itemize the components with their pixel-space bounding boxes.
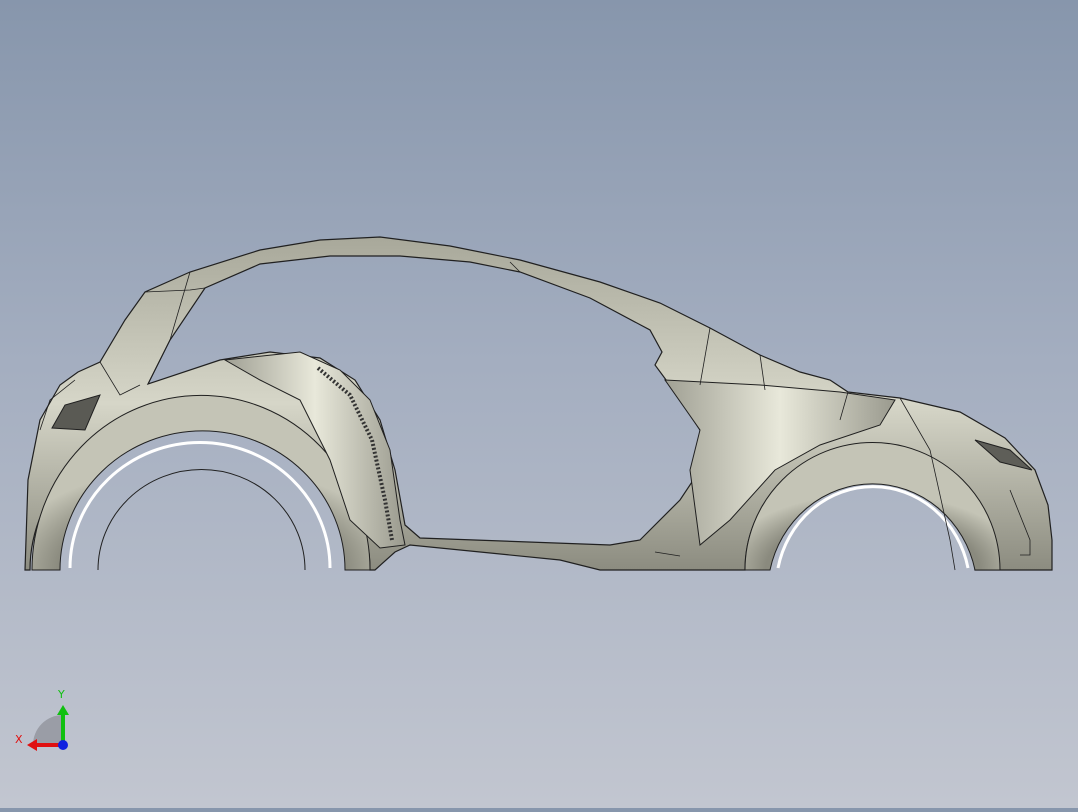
car-body-model[interactable] [0, 0, 1078, 808]
cad-viewport[interactable] [0, 0, 1078, 808]
y-axis-arrowhead [57, 705, 69, 715]
y-axis-label: Y [57, 688, 65, 701]
triad-quadrant [33, 715, 63, 745]
x-axis-label: X [15, 733, 23, 746]
x-axis-arrowhead [27, 739, 37, 751]
rear-wheel-arch-edge [97, 469, 306, 571]
axis-triad: Y X [10, 685, 80, 755]
z-axis-dot [58, 740, 68, 750]
